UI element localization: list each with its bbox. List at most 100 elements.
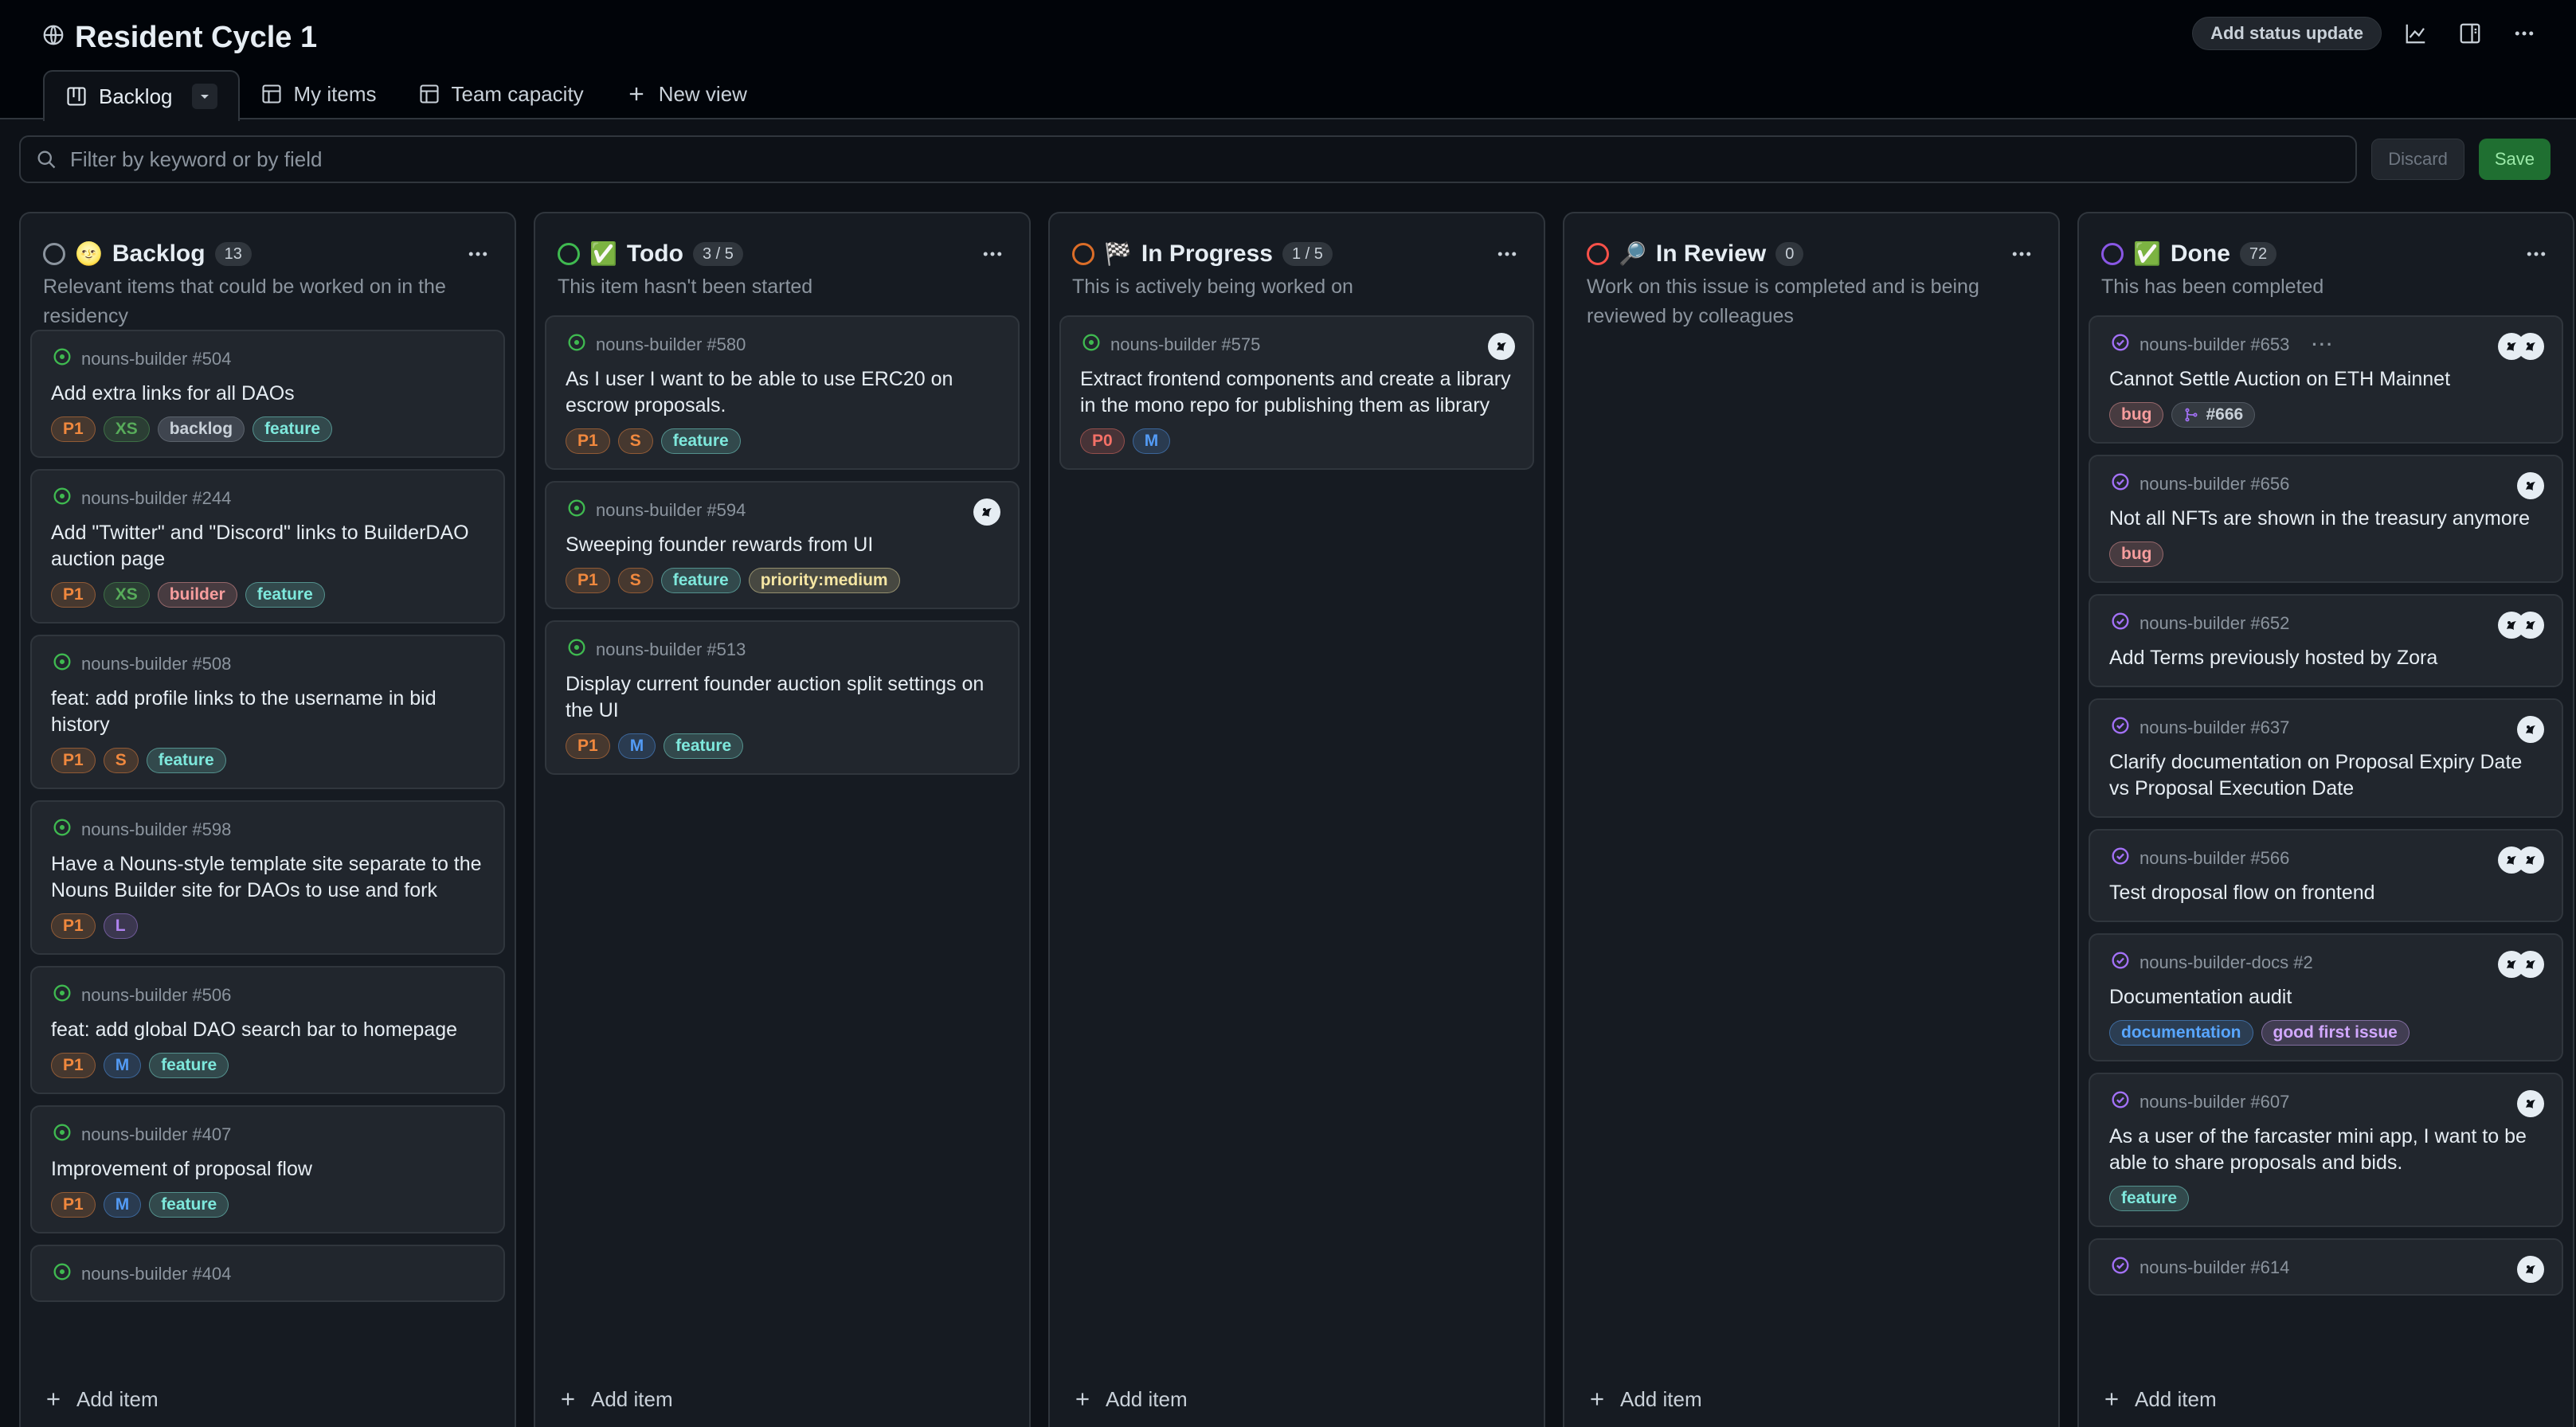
assignee-avatar[interactable] xyxy=(1488,333,1515,360)
assignee-avatar[interactable] xyxy=(2517,472,2544,499)
issue-title[interactable]: Test droposal flow on frontend xyxy=(2109,880,2543,906)
issue-title[interactable]: Have a Nouns-style template site separat… xyxy=(51,851,484,904)
label-bug[interactable]: bug xyxy=(2109,402,2164,428)
label-documentation[interactable]: documentation xyxy=(2109,1020,2253,1046)
issue-title[interactable]: Sweeping founder rewards from UI xyxy=(566,532,999,558)
label-feature[interactable]: feature xyxy=(253,416,333,442)
filter-input[interactable] xyxy=(70,147,2356,172)
label-m[interactable]: M xyxy=(617,733,656,759)
label-feature[interactable]: feature xyxy=(660,428,741,454)
issue-title[interactable]: Not all NFTs are shown in the treasury a… xyxy=(2109,506,2543,532)
label-p1[interactable]: P1 xyxy=(51,748,96,773)
issue-title[interactable]: feat: add profile links to the username … xyxy=(51,686,484,738)
issue-card[interactable]: nouns-builder #575 Extract frontend comp… xyxy=(1059,315,1534,470)
label-m[interactable]: M xyxy=(1132,428,1171,454)
assignee-avatar[interactable] xyxy=(2498,846,2525,874)
tab-backlog[interactable]: Backlog xyxy=(43,70,240,121)
discard-button[interactable]: Discard xyxy=(2371,139,2464,180)
issue-title[interactable]: Improvement of proposal flow xyxy=(51,1156,484,1183)
issue-card[interactable]: nouns-builder #407 Improvement of propos… xyxy=(30,1105,505,1233)
label-s[interactable]: S xyxy=(103,748,139,773)
label-p1[interactable]: P1 xyxy=(566,428,610,454)
issue-card[interactable]: nouns-builder #652 Add Terms previously … xyxy=(2089,594,2563,687)
add-item-button[interactable]: Add item xyxy=(558,1371,673,1427)
issue-title[interactable]: As a user of the farcaster mini app, I w… xyxy=(2109,1124,2543,1176)
issue-card[interactable]: nouns-builder #653 ··· Cannot Settle Auc… xyxy=(2089,315,2563,444)
issue-title[interactable]: Extract frontend components and create a… xyxy=(1080,366,1513,419)
assignee-avatar[interactable] xyxy=(2517,1256,2544,1283)
label-feature[interactable]: feature xyxy=(2109,1186,2190,1211)
assignee-avatar[interactable] xyxy=(2517,716,2544,743)
issue-card[interactable]: nouns-builder #508 feat: add profile lin… xyxy=(30,635,505,789)
label-p1[interactable]: P1 xyxy=(51,1192,96,1218)
assignee-avatar[interactable] xyxy=(2498,612,2525,639)
issue-title[interactable]: As I user I want to be able to use ERC20… xyxy=(566,366,999,419)
view-options-button[interactable] xyxy=(191,84,217,109)
issue-card[interactable]: nouns-builder #513 Display current found… xyxy=(545,620,1020,775)
label-p1[interactable]: P1 xyxy=(51,416,96,442)
issue-card[interactable]: nouns-builder #614 xyxy=(2089,1238,2563,1296)
issue-card[interactable]: nouns-builder #506 feat: add global DAO … xyxy=(30,966,505,1094)
issue-title[interactable]: Clarify documentation on Proposal Expiry… xyxy=(2109,749,2543,802)
issue-card[interactable]: nouns-builder #594 Sweeping founder rewa… xyxy=(545,481,1020,609)
assignee-avatar[interactable] xyxy=(2498,333,2525,360)
assignee-avatar[interactable] xyxy=(973,498,1000,526)
add-item-button[interactable]: Add item xyxy=(1072,1371,1188,1427)
column-menu-button[interactable] xyxy=(460,240,495,268)
column-menu-button[interactable] xyxy=(975,240,1010,268)
label-good-first-issue[interactable]: good first issue xyxy=(2261,1020,2410,1046)
label-s[interactable]: S xyxy=(617,568,653,593)
label-feature[interactable]: feature xyxy=(146,748,226,773)
assignee-avatar[interactable] xyxy=(2517,1090,2544,1117)
label-backlog[interactable]: backlog xyxy=(157,416,245,442)
insights-button[interactable] xyxy=(2396,16,2436,51)
label-xs[interactable]: XS xyxy=(103,582,150,608)
column-menu-button[interactable] xyxy=(1490,240,1525,268)
label-feature[interactable]: feature xyxy=(149,1192,229,1218)
issue-title[interactable]: Add extra links for all DAOs xyxy=(51,381,484,407)
issue-card[interactable]: nouns-builder #607 As a user of the farc… xyxy=(2089,1073,2563,1227)
label-m[interactable]: M xyxy=(103,1192,142,1218)
label-m[interactable]: M xyxy=(103,1053,142,1078)
column-menu-button[interactable] xyxy=(2519,240,2554,268)
issue-card[interactable]: nouns-builder #656 Not all NFTs are show… xyxy=(2089,455,2563,583)
save-button[interactable]: Save xyxy=(2478,139,2551,180)
issue-title[interactable]: Add "Twitter" and "Discord" links to Bui… xyxy=(51,520,484,573)
label-feature[interactable]: feature xyxy=(664,733,744,759)
label-p1[interactable]: P1 xyxy=(566,733,610,759)
label-xs[interactable]: XS xyxy=(103,416,150,442)
issue-card[interactable]: nouns-builder #404 xyxy=(30,1245,505,1302)
label-p1[interactable]: P1 xyxy=(51,1053,96,1078)
label-priority-medium[interactable]: priority:medium xyxy=(748,568,900,593)
label-p1[interactable]: P1 xyxy=(566,568,610,593)
issue-title[interactable]: Display current founder auction split se… xyxy=(566,671,999,724)
label-p0[interactable]: P0 xyxy=(1080,428,1125,454)
add-item-button[interactable]: Add item xyxy=(2101,1371,2217,1427)
issue-card[interactable]: nouns-builder #244 Add "Twitter" and "Di… xyxy=(30,469,505,624)
issue-title[interactable]: Documentation audit xyxy=(2109,984,2543,1011)
label-p1[interactable]: P1 xyxy=(51,913,96,939)
tab-my-items[interactable]: My items xyxy=(240,68,397,119)
issue-card[interactable]: nouns-builder #504 Add extra links for a… xyxy=(30,330,505,458)
label-p1[interactable]: P1 xyxy=(51,582,96,608)
issue-card[interactable]: nouns-builder #637 Clarify documentation… xyxy=(2089,698,2563,818)
issue-card[interactable]: nouns-builder #566 Test droposal flow on… xyxy=(2089,829,2563,922)
issue-card[interactable]: nouns-builder-docs #2 Documentation audi… xyxy=(2089,933,2563,1061)
issue-card[interactable]: nouns-builder #598 Have a Nouns-style te… xyxy=(30,800,505,955)
column-menu-button[interactable] xyxy=(2004,240,2039,268)
label-feature[interactable]: feature xyxy=(245,582,325,608)
label-bug[interactable]: bug xyxy=(2109,541,2164,567)
card-more-icon[interactable]: ··· xyxy=(2312,334,2334,355)
add-item-button[interactable]: Add item xyxy=(1587,1371,1702,1427)
more-options-button[interactable] xyxy=(2504,16,2544,51)
assignee-avatar[interactable] xyxy=(2498,951,2525,978)
issue-card[interactable]: nouns-builder #580 As I user I want to b… xyxy=(545,315,1020,470)
linked-pull-request[interactable]: #666 xyxy=(2171,402,2256,428)
side-panel-button[interactable] xyxy=(2450,16,2490,51)
label-l[interactable]: L xyxy=(103,913,138,939)
add-item-button[interactable]: Add item xyxy=(43,1371,159,1427)
tab-team-capacity[interactable]: Team capacity xyxy=(397,68,605,119)
issue-title[interactable]: Cannot Settle Auction on ETH Mainnet xyxy=(2109,366,2543,393)
label-feature[interactable]: feature xyxy=(660,568,741,593)
add-status-update-button[interactable]: Add status update xyxy=(2192,17,2382,50)
